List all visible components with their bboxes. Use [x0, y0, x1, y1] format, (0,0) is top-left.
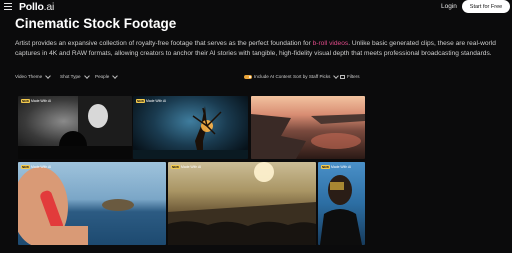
menu-icon[interactable]	[4, 3, 12, 10]
desc-text: Artist provides an expansive collection …	[15, 40, 313, 47]
chevron-down-icon	[333, 72, 340, 79]
ai-tag-icon: NEW	[321, 165, 330, 169]
badge-label: Made With AI	[146, 99, 167, 103]
toggle-switch-icon[interactable]	[244, 74, 252, 79]
top-bar: Pollo.ai Login Start for Free	[0, 0, 512, 14]
video-card[interactable]: NEW Made With AI	[18, 162, 166, 245]
video-card[interactable]	[251, 96, 365, 159]
filter-bar: Video Theme Shot Type People Include AI …	[15, 72, 497, 83]
thumbnail	[133, 106, 248, 159]
include-ai-toggle[interactable]: Include AI Content	[244, 74, 292, 79]
chevron-down-icon	[45, 72, 52, 79]
chevron-down-icon	[83, 72, 90, 79]
badge-label: Made With AI	[31, 165, 52, 169]
people-dropdown[interactable]: People	[95, 72, 119, 79]
made-with-ai-badge: NEW Made With AI	[171, 165, 201, 169]
include-ai-label: Include AI Content	[254, 74, 292, 79]
thumbnail	[251, 114, 365, 159]
people-label: People	[95, 74, 110, 79]
made-with-ai-badge: NEW Made With AI	[21, 165, 51, 169]
start-for-free-button[interactable]: Start for Free	[462, 0, 510, 13]
ai-tag-icon: NEW	[171, 165, 180, 169]
filters-button[interactable]: Filters	[340, 74, 360, 79]
video-theme-dropdown[interactable]: Video Theme	[15, 72, 52, 79]
shot-type-dropdown[interactable]: Shot Type	[60, 72, 90, 79]
video-card[interactable]: NEW Made With AI	[168, 162, 316, 245]
filter-icon	[340, 74, 345, 79]
made-with-ai-badge: NEW Made With AI	[136, 99, 166, 103]
logo-main: Pollo	[19, 1, 44, 13]
thumbnail	[18, 167, 134, 245]
thumbnail	[168, 162, 316, 245]
badge-label: Made With AI	[31, 99, 52, 103]
sort-label: Sort by Staff Picks	[293, 74, 331, 79]
login-link[interactable]: Login	[441, 3, 457, 10]
page-title: Cinematic Stock Footage	[15, 16, 177, 31]
thumbnail	[320, 175, 362, 245]
shot-type-label: Shot Type	[60, 74, 81, 79]
made-with-ai-badge: NEW Made With AI	[321, 165, 351, 169]
chevron-down-icon	[112, 72, 119, 79]
page-description: Artist provides an expansive collection …	[15, 39, 499, 59]
thumbnail	[18, 96, 132, 159]
made-with-ai-badge: NEW Made With AI	[21, 99, 51, 103]
ai-tag-icon: NEW	[21, 99, 30, 103]
badge-label: Made With AI	[181, 165, 202, 169]
filters-label: Filters	[347, 74, 360, 79]
logo[interactable]: Pollo.ai	[19, 1, 54, 13]
ai-tag-icon: NEW	[21, 165, 30, 169]
logo-suffix: .ai	[43, 1, 55, 13]
video-card[interactable]: NEW Made With AI	[133, 96, 248, 159]
video-card[interactable]: NEW Made With AI	[318, 162, 365, 245]
badge-label: Made With AI	[331, 165, 352, 169]
ai-tag-icon: NEW	[136, 99, 145, 103]
video-card[interactable]: NEW Made With AI	[18, 96, 132, 159]
b-roll-link[interactable]: b-roll videos	[313, 40, 349, 47]
video-theme-label: Video Theme	[15, 74, 43, 79]
sort-dropdown[interactable]: Sort by Staff Picks	[293, 72, 340, 79]
